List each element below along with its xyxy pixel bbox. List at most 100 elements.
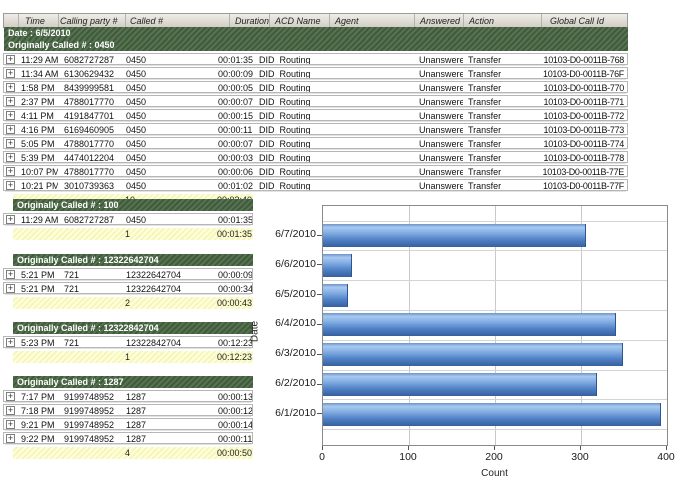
call-cell: Transfer: [463, 54, 539, 64]
y-axis-label: 6/1/2010: [256, 407, 316, 419]
call-cell: 9199748952: [58, 433, 121, 443]
call-cell: 00:00:12: [218, 405, 252, 415]
call-cell: 0450: [121, 54, 218, 64]
expand-row-icon[interactable]: +: [6, 111, 15, 120]
column-header-calling-party[interactable]: Calling party #: [58, 14, 125, 27]
expand-row-icon[interactable]: +: [6, 55, 15, 64]
call-row[interactable]: +5:21 PM7211232264270400:00:09: [3, 268, 253, 280]
call-cell: 00:01:35: [218, 214, 252, 224]
call-row[interactable]: +9:22 PM9199748952128700:00:11: [3, 432, 253, 444]
expand-row-icon[interactable]: +: [6, 215, 15, 224]
expand-row-icon[interactable]: +: [6, 125, 15, 134]
column-header-duration[interactable]: Duration: [229, 14, 269, 27]
call-row[interactable]: +2:37 PM4788017770045000:00:07DID_Routin…: [3, 95, 628, 107]
call-cell: 0450: [121, 96, 218, 106]
call-cell: 721: [58, 283, 121, 293]
call-cell: Unanswered: [414, 152, 463, 162]
call-cell: 4191847701: [58, 110, 121, 120]
summary-call-count: 1: [120, 351, 217, 363]
expand-row-icon[interactable]: +: [6, 153, 15, 162]
call-cell: DID_Routing: [254, 110, 326, 120]
summary-spacer: [13, 297, 120, 309]
call-group: Originally Called # : 12322642704+5:21 P…: [3, 254, 253, 309]
column-header-action[interactable]: Action: [463, 14, 541, 27]
expand-row-icon[interactable]: +: [6, 83, 15, 92]
call-row[interactable]: +4:16 PM6169460905045000:00:11DID_Routin…: [3, 123, 628, 135]
column-header-time[interactable]: Time: [18, 14, 58, 27]
call-cell: 6169460905: [58, 124, 121, 134]
call-cell: DID_Routing: [254, 138, 326, 148]
column-header-global-call-id[interactable]: Global Call Id: [541, 14, 627, 27]
call-row[interactable]: +1:58 PM8439999581045000:00:05DID_Routin…: [3, 81, 628, 93]
column-header-called[interactable]: Called #: [125, 14, 229, 27]
call-row[interactable]: +10:07 PM4788017770045000:00:06DID_Routi…: [3, 165, 628, 177]
call-cell: 10103-D0-0011B-771: [539, 96, 627, 106]
expand-row-icon[interactable]: +: [6, 392, 15, 401]
call-row[interactable]: +4:11 PM4191847701045000:00:15DID_Routin…: [3, 109, 628, 121]
expand-row-icon[interactable]: +: [6, 139, 15, 148]
column-header-expand[interactable]: [4, 14, 18, 27]
call-cell: 10103-D0-0011B-773: [539, 124, 627, 134]
call-cell: DID_Routing: [254, 180, 326, 190]
call-cell: [326, 152, 414, 162]
expand-row-icon[interactable]: +: [6, 181, 15, 190]
call-cell: Unanswered: [414, 180, 463, 190]
call-row[interactable]: +11:34 AM6130629432045000:00:09DID_Routi…: [3, 67, 628, 79]
call-cell: 2:37 PM: [18, 96, 58, 106]
call-row[interactable]: +11:29 AM6082727287045000:01:35DID_Routi…: [3, 53, 628, 65]
call-group: Originally Called # : 100+11:29 AM608272…: [3, 199, 253, 240]
call-cell: 00:00:09: [218, 269, 252, 279]
summary-total-duration: 00:00:43: [217, 297, 253, 309]
call-cell: [326, 68, 414, 78]
expand-row-icon[interactable]: +: [6, 167, 15, 176]
call-cell: 1287: [121, 391, 218, 401]
expand-row-icon[interactable]: +: [6, 420, 15, 429]
date-group-header: Date : 6/5/2010: [4, 27, 628, 39]
expand-row-icon[interactable]: +: [6, 97, 15, 106]
call-row[interactable]: +11:29 AM6082727287045000:01:35: [3, 213, 253, 225]
call-cell: 10103-D0-0011B-778: [539, 152, 627, 162]
call-cell: 0450: [121, 180, 218, 190]
group-summary-row: 100:01:35: [13, 228, 253, 240]
bar: [323, 373, 597, 396]
summary-spacer: [13, 228, 120, 240]
call-row[interactable]: +7:17 PM9199748952128700:00:13: [3, 390, 253, 402]
grid-line: [323, 340, 667, 341]
column-header-acd-name[interactable]: ACD Name: [269, 14, 329, 27]
call-row[interactable]: +9:21 PM9199748952128700:00:14: [3, 418, 253, 430]
expand-row-icon[interactable]: +: [6, 284, 15, 293]
call-cell: Transfer: [463, 138, 539, 148]
call-cell: 4788017770: [58, 96, 121, 106]
expand-row-icon[interactable]: +: [6, 69, 15, 78]
call-cell: 8439999581: [58, 82, 121, 92]
call-row[interactable]: +7:18 PM9199748952128700:00:12: [3, 404, 253, 416]
call-cell: [326, 96, 414, 106]
expand-row-icon[interactable]: +: [6, 338, 15, 347]
call-cell: 0450: [121, 124, 218, 134]
expand-row-icon[interactable]: +: [6, 406, 15, 415]
call-cell: 3010739363: [58, 180, 121, 190]
bar: [323, 403, 661, 426]
call-row[interactable]: +5:39 PM4474012204045000:00:03DID_Routin…: [3, 151, 628, 163]
call-cell: 10103-D0-0011B-768: [539, 54, 627, 64]
call-row[interactable]: +5:05 PM4788017770045000:00:07DID_Routin…: [3, 137, 628, 149]
call-cell: [326, 82, 414, 92]
expand-row-icon[interactable]: +: [6, 434, 15, 443]
call-row[interactable]: +5:21 PM7211232264270400:00:34: [3, 282, 253, 294]
column-header-agent[interactable]: Agent: [329, 14, 414, 27]
call-cell: Unanswered: [414, 54, 463, 64]
bar: [323, 224, 586, 247]
call-cell: [326, 166, 414, 176]
call-row[interactable]: +5:23 PM7211232284270400:12:23: [3, 336, 253, 348]
y-axis-tick: [317, 294, 322, 295]
column-header-answered[interactable]: Answered: [414, 14, 463, 27]
call-cell: 00:00:03: [218, 152, 254, 162]
call-cell: 00:12:23: [218, 337, 252, 347]
y-axis-tick: [317, 384, 322, 385]
expand-row-icon[interactable]: +: [6, 270, 15, 279]
x-axis-label: 300: [560, 451, 600, 463]
call-row[interactable]: +10:21 PM3010739363045000:01:02DID_Routi…: [3, 179, 628, 191]
call-cell: [326, 138, 414, 148]
summary-total-duration: 00:12:23: [217, 351, 253, 363]
call-cell: [326, 180, 414, 190]
